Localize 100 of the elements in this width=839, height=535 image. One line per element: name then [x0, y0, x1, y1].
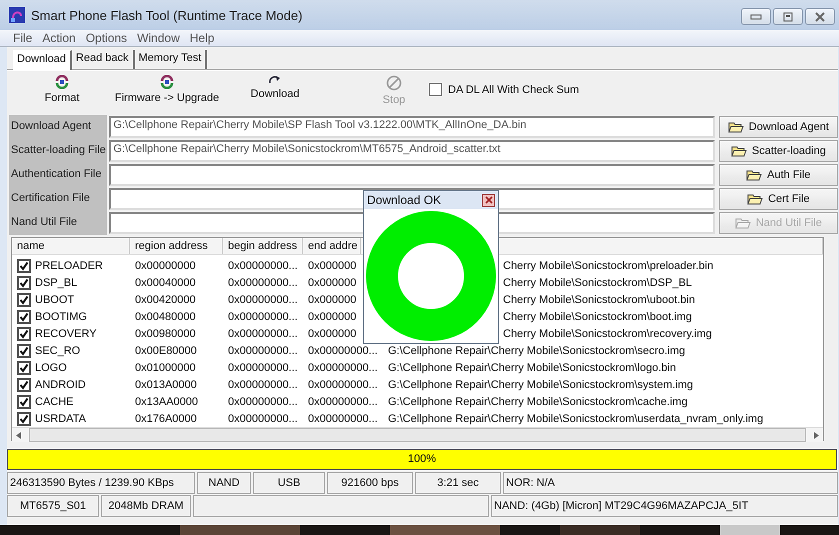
table-cell: 0x00000000... [228, 310, 298, 322]
status-cell: MT6575_S01 [7, 495, 99, 517]
status-cell: 2048Mb DRAM [101, 495, 191, 517]
row-checkbox[interactable] [17, 378, 31, 392]
browse-button[interactable]: Download Agent [718, 116, 838, 138]
table-cell: G:\Cellphone Repair\Cherry Mobile\Sonicstockrom\logo.bin [388, 362, 676, 374]
table-cell: Cherry Mobile\Sonicstockrom\boot.img [503, 310, 692, 322]
table-cell: Cherry Mobile\Sonicstockrom\DSP_BL [503, 276, 692, 288]
row-checkbox[interactable] [17, 412, 31, 426]
row-checkbox[interactable] [17, 394, 31, 408]
dialog-title: Download OK [367, 193, 442, 207]
table-cell: 0x13AA0000 [135, 396, 198, 408]
table-cell: 0x00000000... [228, 396, 298, 408]
field-label: Authentication File [9, 163, 108, 187]
table-cell: Cherry Mobile\Sonicstockrom\preloader.bin [503, 260, 714, 272]
status-cell: NOR: N/A [503, 472, 838, 494]
row-checkbox[interactable] [17, 360, 31, 374]
browse-button[interactable]: Scatter-loading [718, 140, 838, 162]
status-cell: 3:21 sec [415, 472, 501, 494]
left-arrow-icon[interactable] [16, 432, 21, 438]
table-cell: BOOTIMG [35, 310, 87, 322]
table-cell: CACHE [35, 396, 74, 408]
checkbox[interactable] [429, 83, 442, 96]
table-cell: 0x00000000... [228, 260, 298, 272]
table-cell: 0x00420000 [135, 294, 196, 306]
table-cell: 0x00000000... [228, 344, 298, 356]
maximize-icon [783, 12, 793, 22]
field-label: Certification File [9, 187, 108, 211]
table-cell: Cherry Mobile\Sonicstockrom\recovery.img [503, 328, 712, 340]
table-cell: 0x00000000... [228, 294, 298, 306]
tab[interactable]: Memory Test [134, 50, 208, 69]
column-header[interactable]: end addre [303, 238, 361, 254]
table-cell: DSP_BL [35, 276, 78, 288]
tab[interactable]: Download [13, 50, 72, 70]
table-cell: G:\Cellphone Repair\Cherry Mobile\Sonicstockrom\userdata_nvram_only.img [388, 412, 764, 424]
close-icon [814, 12, 826, 22]
toolbar-button[interactable]: Firmware -> Upgrade [107, 75, 227, 104]
table-cell: LOGO [35, 362, 67, 374]
table-cell: G:\Cellphone Repair\Cherry Mobile\Sonicstockrom\system.img [388, 378, 694, 390]
row-checkbox[interactable] [17, 292, 31, 306]
window-title: Smart Phone Flash Tool (Runtime Trace Mode) [31, 8, 302, 22]
table-cell: SEC_RO [35, 344, 80, 356]
folder-icon [747, 194, 764, 204]
table-cell: 0x00000000... [308, 396, 378, 408]
menu-item[interactable]: File [8, 31, 38, 45]
table-cell: 0x00000000 [135, 260, 196, 272]
table-cell: 0x000000 [308, 328, 356, 340]
row-checkbox[interactable] [17, 276, 31, 290]
checksum-checkbox[interactable]: DA DL All With Check Sum [429, 83, 580, 96]
status-cell: 921600 bps [327, 472, 413, 494]
stop-icon [386, 75, 402, 91]
app-icon [9, 7, 25, 23]
path-field[interactable] [109, 164, 715, 186]
ring-icon [365, 210, 497, 342]
checkbox-label: DA DL All With Check Sum [448, 84, 580, 96]
column-header[interactable]: name [12, 238, 130, 254]
browse-button[interactable]: Auth File [718, 164, 838, 186]
close-button[interactable] [482, 194, 495, 206]
maximize-button[interactable] [773, 8, 803, 25]
folder-icon [746, 170, 762, 180]
column-header[interactable]: region address [130, 238, 223, 254]
menu-item[interactable]: Help [184, 31, 220, 45]
table-cell: 0x013A0000 [135, 378, 197, 390]
table-cell: RECOVERY [35, 328, 97, 340]
row-checkbox[interactable] [17, 258, 31, 272]
table-cell: 0x00000000... [228, 378, 298, 390]
row-checkbox[interactable] [17, 310, 31, 324]
path-field[interactable]: G:\Cellphone Repair\Cherry Mobile\Sonicstockrom\MT6575_Android_scatter.txt [109, 140, 715, 162]
table-cell: 0x00000000... [308, 362, 378, 374]
menu-item[interactable]: Options [80, 31, 132, 45]
horizontal-scrollbar[interactable] [12, 427, 823, 442]
status-cell: 246313590 Bytes / 1239.90 KBps [7, 472, 195, 494]
table-cell: 0x000000 [308, 294, 356, 306]
close-button[interactable] [805, 8, 835, 25]
table-cell: 0x00000000... [308, 344, 378, 356]
table-cell: 0x176A0000 [135, 412, 197, 424]
table-cell: 0x00040000 [135, 276, 196, 288]
table-cell: 0x00480000 [135, 310, 196, 322]
menu-item[interactable]: Action [37, 31, 81, 45]
table-cell: ANDROID [35, 378, 86, 390]
row-checkbox[interactable] [17, 344, 31, 358]
toolbar-button[interactable]: Format [37, 75, 87, 104]
table-cell: G:\Cellphone Repair\Cherry Mobile\Sonicstockrom\cache.img [388, 396, 688, 408]
minimize-button[interactable] [741, 8, 771, 25]
table-cell: Cherry Mobile\Sonicstockrom\uboot.bin [503, 294, 695, 306]
row-checkbox[interactable] [17, 326, 31, 340]
right-arrow-icon[interactable] [814, 432, 819, 438]
menu-item[interactable]: Window [132, 31, 185, 45]
table-cell: PRELOADER [35, 260, 103, 272]
table-cell: 0x000000 [308, 276, 356, 288]
path-field[interactable]: G:\Cellphone Repair\Cherry Mobile\SP Flash Tool v3.1222.00\MTK_AllInOne_DA.bin [109, 116, 715, 138]
refresh-icon [160, 75, 174, 89]
table-cell: USRDATA [35, 412, 86, 424]
column-header[interactable]: begin address [223, 238, 303, 254]
table-cell: 0x01000000 [135, 362, 196, 374]
table-cell: 0x000000 [308, 310, 356, 322]
folder-icon [734, 218, 751, 228]
browse-button[interactable]: Cert File [718, 188, 838, 210]
table-cell: 0x00E80000 [135, 344, 197, 356]
toolbar-button[interactable]: Download [235, 75, 315, 100]
